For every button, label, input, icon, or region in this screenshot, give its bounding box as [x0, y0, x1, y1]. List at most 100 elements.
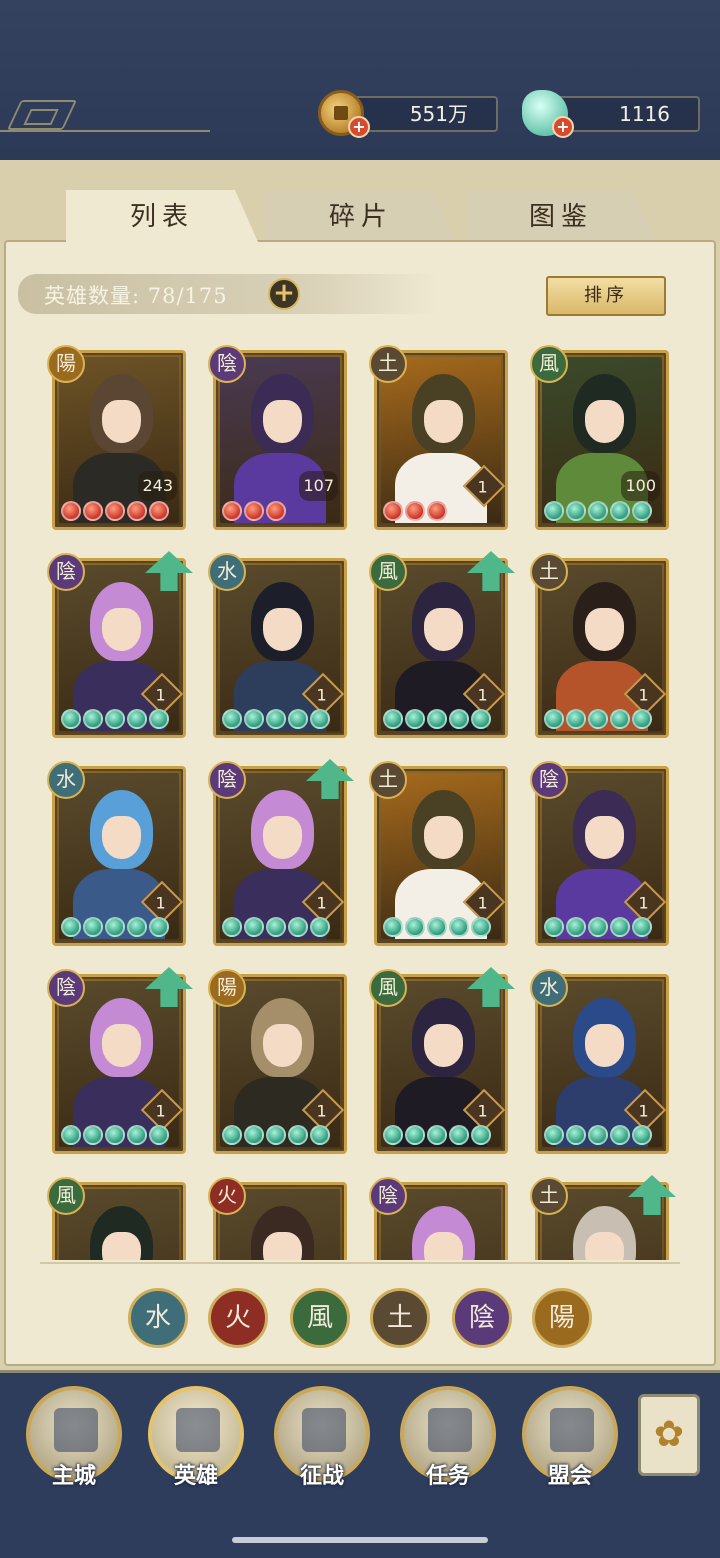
hero-card[interactable]: 水1 [47, 761, 186, 946]
horn-icon [428, 1408, 472, 1452]
home-indicator [232, 1537, 488, 1543]
hero-face [263, 608, 302, 652]
star-icon [544, 917, 564, 937]
star-icon [566, 1125, 586, 1145]
star-icon [383, 709, 403, 729]
filter-water-button[interactable]: 水 [128, 1288, 188, 1348]
filter-earth-button[interactable]: 土 [370, 1288, 430, 1348]
filter-yang-button[interactable]: 陽 [532, 1288, 592, 1348]
hero-star-rating [222, 709, 330, 731]
star-icon [222, 917, 242, 937]
hero-face [424, 816, 463, 860]
hero-card[interactable]: 陰 [369, 1177, 508, 1260]
hero-card[interactable]: 土 [530, 1175, 676, 1260]
hero-star-rating [383, 1125, 491, 1147]
filter-yin-button[interactable]: 陰 [452, 1288, 512, 1348]
hero-level-badge: 100 [621, 471, 660, 501]
star-icon [266, 917, 286, 937]
hero-star-rating [544, 501, 652, 523]
element-badge: 陽 [47, 345, 85, 383]
decorative-knot-icon [7, 100, 77, 130]
star-icon [383, 1125, 403, 1145]
star-icon [588, 917, 608, 937]
star-icon [310, 1125, 330, 1145]
element-badge: 陰 [369, 1177, 407, 1215]
hero-card[interactable]: 陰1 [47, 967, 193, 1154]
star-icon [127, 917, 147, 937]
hero-face [102, 400, 141, 444]
hero-card[interactable]: 陽1 [208, 969, 347, 1154]
star-icon [427, 709, 447, 729]
element-badge: 陰 [47, 553, 85, 591]
star-icon [149, 709, 169, 729]
hero-card[interactable]: 風1 [369, 967, 515, 1154]
element-badge: 水 [47, 761, 85, 799]
star-icon [105, 501, 125, 521]
element-badge: 陽 [208, 969, 246, 1007]
hero-star-rating [222, 501, 286, 523]
star-icon [244, 917, 264, 937]
star-icon [105, 709, 125, 729]
hero-card[interactable]: 陰1 [208, 759, 354, 946]
hero-card[interactable]: 土1 [530, 553, 669, 738]
hero-card[interactable]: 陽 243 [47, 345, 186, 530]
hero-star-rating [61, 1125, 169, 1147]
expand-hero-slots-button[interactable]: + [268, 278, 300, 310]
star-icon [222, 709, 242, 729]
star-icon [588, 1125, 608, 1145]
hero-level-badge: 243 [138, 471, 177, 501]
hero-card[interactable]: 火 [208, 1177, 347, 1260]
add-gems-button[interactable]: + [552, 116, 574, 138]
hero-card[interactable]: 陰1 [530, 761, 669, 946]
hero-face [263, 816, 302, 860]
hero-card[interactable]: 陰 107 [208, 345, 347, 530]
add-coins-button[interactable]: + [348, 116, 370, 138]
element-badge: 陰 [530, 761, 568, 799]
hero-card[interactable]: 土1 [369, 345, 508, 530]
hero-star-rating [222, 917, 330, 939]
star-icon [588, 501, 608, 521]
star-icon [244, 501, 264, 521]
filter-wind-button[interactable]: 風 [290, 1288, 350, 1348]
star-icon [405, 1125, 425, 1145]
castle-icon [54, 1408, 98, 1452]
star-icon [83, 709, 103, 729]
star-icon [127, 1125, 147, 1145]
element-badge: 土 [369, 761, 407, 799]
hero-card[interactable]: 水1 [530, 969, 669, 1154]
pavilion-icon [550, 1408, 594, 1452]
star-icon [83, 917, 103, 937]
star-icon [127, 501, 147, 521]
nav-label: 盟会 [547, 1463, 592, 1489]
star-icon [566, 501, 586, 521]
hero-count-label: 英雄数量: 78/175 [44, 284, 228, 308]
element-badge: 土 [369, 345, 407, 383]
star-icon [471, 1125, 491, 1145]
star-icon [244, 1125, 264, 1145]
star-icon [588, 709, 608, 729]
hero-star-rating [544, 917, 652, 939]
star-icon [288, 1125, 308, 1145]
filter-fire-button[interactable]: 火 [208, 1288, 268, 1348]
star-icon [405, 501, 425, 521]
hero-card[interactable]: 水1 [208, 553, 347, 738]
element-badge: 風 [47, 1177, 85, 1215]
star-icon [610, 501, 630, 521]
star-icon [244, 709, 264, 729]
hero-card[interactable]: 風 100 [530, 345, 669, 530]
hero-card[interactable]: 風 [47, 1177, 186, 1260]
tab-list[interactable]: 列表 [66, 190, 258, 242]
flower-menu-icon[interactable]: ✿ [638, 1394, 700, 1476]
element-badge: 風 [530, 345, 568, 383]
hero-star-rating [222, 1125, 330, 1147]
hero-card[interactable]: 風1 [369, 551, 515, 738]
hero-grid[interactable]: 陽 243 陰 107 土 1 風 100 陰 1 水 1 風 1 土 1 水 1 陰 1 土 1 陰 1 陰 1 陽 1 風 1 水 1 風火… [40, 342, 680, 1260]
hero-card[interactable]: 土1 [369, 761, 508, 946]
hero-card[interactable]: 陰1 [47, 551, 193, 738]
star-icon [427, 917, 447, 937]
tab-encyclopedia[interactable]: 图鉴 [466, 190, 656, 242]
sort-button[interactable]: 排序 [546, 276, 666, 316]
hero-face [102, 608, 141, 652]
tab-fragments[interactable]: 碎片 [266, 190, 456, 242]
element-badge: 陰 [208, 761, 246, 799]
